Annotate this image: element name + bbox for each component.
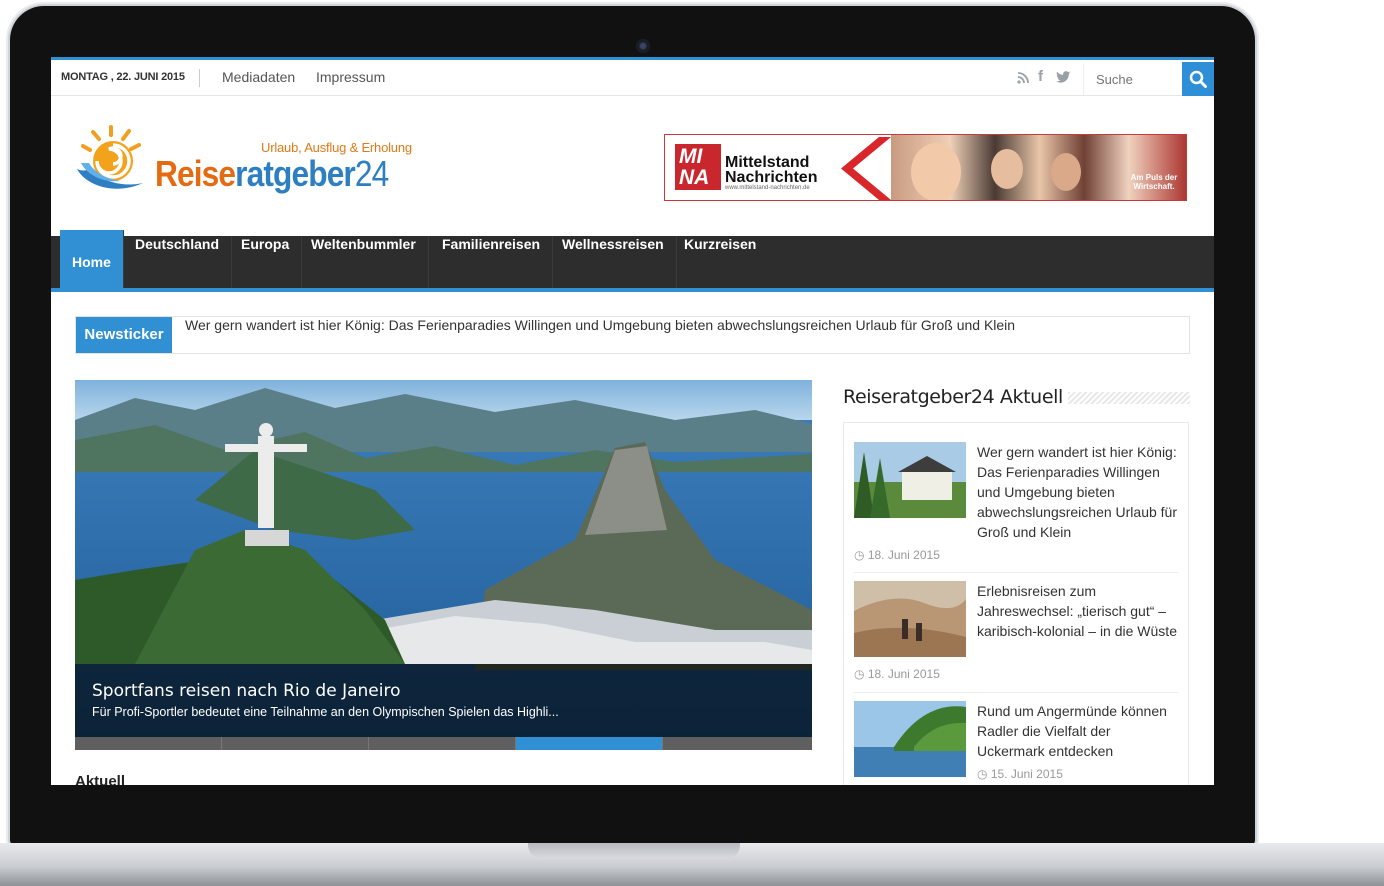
banner-logo-mark: MI NA bbox=[675, 144, 721, 190]
post-date: ◷ 15. Juni 2015 bbox=[977, 767, 1063, 781]
sun-logo-icon bbox=[77, 125, 143, 189]
post-date-text: 15. Juni 2015 bbox=[990, 767, 1063, 781]
post-date-text: 18. Juni 2015 bbox=[867, 667, 940, 681]
post-title[interactable]: Wer gern wandert ist hier König: Das Fer… bbox=[977, 442, 1182, 542]
logo-part-3: 24 bbox=[354, 153, 389, 194]
banner-people-image bbox=[891, 135, 1186, 200]
post-thumbnail[interactable] bbox=[854, 442, 966, 518]
search-input[interactable] bbox=[1083, 63, 1183, 95]
title-stripe bbox=[1068, 392, 1190, 404]
divider bbox=[854, 572, 1178, 573]
current-date: MONTAG , 22. JUNI 2015 bbox=[61, 71, 185, 83]
slide-excerpt: Für Profi-Sportler bedeutet eine Teilnah… bbox=[92, 705, 559, 719]
banner-url: www.mittelstand-nachrichten.de bbox=[725, 185, 810, 191]
post-thumbnail[interactable] bbox=[854, 701, 966, 777]
post-date: ◷ 18. Juni 2015 bbox=[854, 548, 940, 562]
post-date-text: 18. Juni 2015 bbox=[867, 548, 940, 562]
banner-title-line-1: Mittelstand bbox=[725, 154, 810, 171]
top-bar: MONTAG , 22. JUNI 2015 Mediadaten Impres… bbox=[51, 57, 1214, 96]
browser-viewport: MONTAG , 22. JUNI 2015 Mediadaten Impres… bbox=[51, 57, 1214, 785]
newsticker: Newsticker Wer gern wandert ist hier Kön… bbox=[75, 316, 1190, 354]
slider-pagination bbox=[75, 737, 812, 750]
list-item[interactable]: Erlebnisreisen zum Jahreswechsel: „tieri… bbox=[854, 581, 1180, 691]
slider-dot[interactable] bbox=[369, 737, 516, 750]
logo-wordmark: Reiseratgeber24 bbox=[155, 153, 389, 195]
banner-title-line-2: Nachrichten bbox=[725, 169, 818, 186]
search-button[interactable] bbox=[1182, 62, 1214, 96]
clock-icon: ◷ bbox=[854, 667, 868, 681]
slider-dot-active[interactable] bbox=[516, 737, 663, 750]
facebook-icon[interactable]: f bbox=[1038, 68, 1043, 85]
list-item[interactable]: Wer gern wandert ist hier König: Das Fer… bbox=[854, 442, 1180, 567]
rss-icon[interactable] bbox=[1017, 70, 1030, 88]
post-date: ◷ 18. Juni 2015 bbox=[854, 667, 940, 681]
post-title[interactable]: Erlebnisreisen zum Jahreswechsel: „tieri… bbox=[977, 581, 1182, 641]
logo-part-2: ratgeber bbox=[235, 153, 356, 194]
nav-item-kurzreisen[interactable]: Kurzreisen bbox=[672, 236, 768, 288]
main-navigation: Home Deutschland Europa Weltenbummler Fa… bbox=[51, 230, 1214, 292]
logo-part-1: Reise bbox=[155, 153, 236, 194]
banner-ad[interactable]: MI NA Mittelstand Nachrichten www.mittel… bbox=[664, 134, 1187, 201]
face-shape bbox=[911, 143, 961, 200]
clock-icon: ◷ bbox=[977, 767, 991, 781]
nav-item-familienreisen[interactable]: Familienreisen bbox=[430, 236, 554, 288]
featured-slider[interactable]: Sportfans reisen nach Rio de Janeiro Für… bbox=[75, 380, 812, 750]
list-item[interactable]: Rund um Angermünde können Radler die Vie… bbox=[854, 701, 1180, 785]
mediadaten-link[interactable]: Mediadaten bbox=[222, 69, 295, 85]
camera-icon bbox=[636, 39, 650, 53]
laptop-notch bbox=[528, 843, 740, 859]
nav-item-wellnessreisen[interactable]: Wellnessreisen bbox=[550, 236, 677, 288]
twitter-icon[interactable] bbox=[1056, 70, 1071, 88]
nav-item-europa[interactable]: Europa bbox=[229, 236, 303, 288]
slide-title[interactable]: Sportfans reisen nach Rio de Janeiro bbox=[92, 681, 400, 701]
slider-dot[interactable] bbox=[663, 737, 810, 750]
divider bbox=[854, 692, 1178, 693]
banner-title: Mittelstand Nachrichten bbox=[725, 154, 818, 186]
slide-caption: Sportfans reisen nach Rio de Janeiro Für… bbox=[75, 664, 812, 737]
chevron-left-icon bbox=[841, 137, 891, 200]
search-icon bbox=[1189, 70, 1207, 88]
slider-dot[interactable] bbox=[75, 737, 222, 750]
sidebar-title: Reiseratgeber24 Aktuell bbox=[843, 386, 1063, 408]
nav-item-deutschland[interactable]: Deutschland bbox=[123, 236, 233, 288]
newsticker-link[interactable]: Wer gern wandert ist hier König: Das Fer… bbox=[185, 317, 1015, 333]
impressum-link[interactable]: Impressum bbox=[316, 69, 385, 85]
banner-slogan: Am Puls der Wirtschaft. bbox=[1130, 173, 1178, 191]
divider bbox=[199, 69, 200, 87]
sidebar-posts: Wer gern wandert ist hier König: Das Fer… bbox=[843, 422, 1189, 785]
post-thumbnail[interactable] bbox=[854, 581, 966, 657]
slider-dot[interactable] bbox=[222, 737, 369, 750]
newsticker-label: Newsticker bbox=[76, 317, 172, 353]
nav-item-home[interactable]: Home bbox=[60, 230, 124, 288]
site-logo[interactable]: Urlaub, Ausflug & Erholung Reiseratgeber… bbox=[75, 125, 415, 205]
section-heading-aktuell: Aktuell bbox=[75, 773, 126, 785]
face-shape bbox=[991, 149, 1023, 189]
post-title[interactable]: Rund um Angermünde können Radler die Vie… bbox=[977, 701, 1182, 761]
nav-item-weltenbummler[interactable]: Weltenbummler bbox=[299, 236, 429, 288]
clock-icon: ◷ bbox=[854, 548, 868, 562]
face-shape bbox=[1051, 153, 1081, 191]
